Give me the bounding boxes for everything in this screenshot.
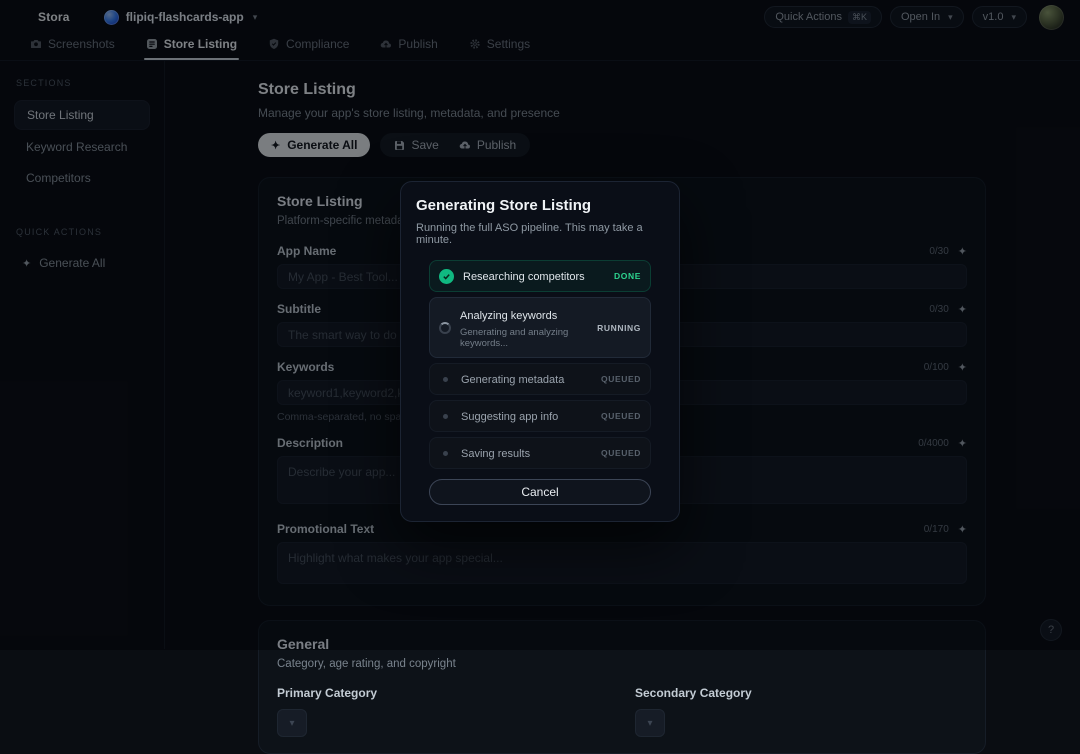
primary-category-select[interactable]: ▾ <box>277 709 307 737</box>
secondary-category-label: Secondary Category <box>635 686 967 700</box>
dot-icon <box>443 377 448 382</box>
step-researching-competitors: Researching competitors DONE <box>429 260 651 292</box>
step-generating-metadata: Generating metadata QUEUED <box>429 363 651 395</box>
step-label: Saving results <box>461 448 530 460</box>
step-status: RUNNING <box>597 323 641 333</box>
check-icon <box>439 269 454 284</box>
step-label: Researching competitors <box>463 271 585 283</box>
step-label: Generating metadata <box>461 374 564 386</box>
step-saving-results: Saving results QUEUED <box>429 437 651 469</box>
secondary-category-select[interactable]: ▾ <box>635 709 665 737</box>
generating-modal: Generating Store Listing Running the ful… <box>400 181 680 522</box>
modal-subtitle: Running the full ASO pipeline. This may … <box>416 222 664 246</box>
cancel-button[interactable]: Cancel <box>429 479 651 505</box>
dot-icon <box>443 451 448 456</box>
step-sublabel: Generating and analyzing keywords... <box>460 327 588 349</box>
modal-title: Generating Store Listing <box>416 197 664 214</box>
spinner-icon <box>439 322 451 334</box>
step-status: QUEUED <box>601 411 641 421</box>
step-analyzing-keywords: Analyzing keywords Generating and analyz… <box>429 297 651 358</box>
pipeline-steps: Researching competitors DONE Analyzing k… <box>429 260 651 469</box>
dot-icon <box>443 414 448 419</box>
step-label: Suggesting app info <box>461 411 558 423</box>
primary-category-label: Primary Category <box>277 686 609 700</box>
step-status: DONE <box>614 271 641 281</box>
step-status: QUEUED <box>601 448 641 458</box>
step-status: QUEUED <box>601 374 641 384</box>
card-subtitle: Category, age rating, and copyright <box>277 658 967 670</box>
step-suggesting-app-info: Suggesting app info QUEUED <box>429 400 651 432</box>
step-label: Analyzing keywords <box>460 310 557 322</box>
